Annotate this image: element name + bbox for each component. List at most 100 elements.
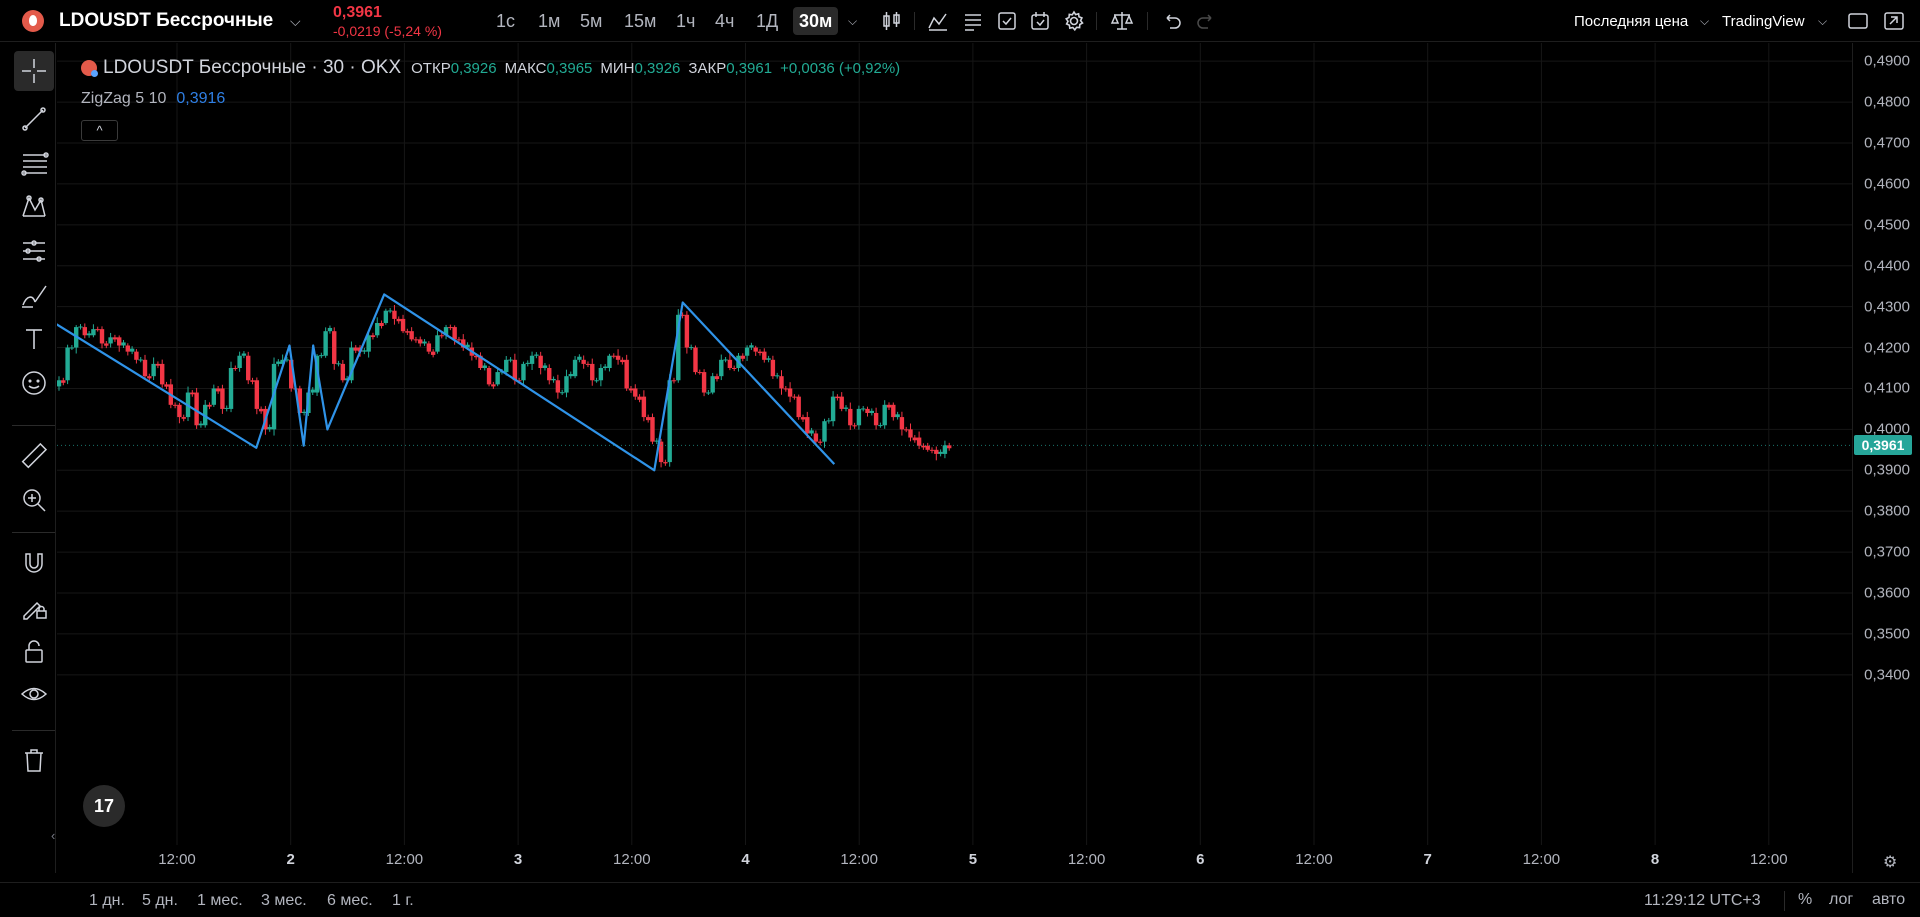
zoom-in-icon[interactable] xyxy=(12,481,56,519)
candle-body xyxy=(856,408,862,426)
candle-body xyxy=(886,404,892,408)
timeframe-4h[interactable]: 4ч xyxy=(709,7,740,35)
undo-icon[interactable] xyxy=(1160,9,1184,33)
candle-body xyxy=(228,368,234,409)
bottom-toolbar: 1 дн. 5 дн. 1 мес. 3 мес. 6 мес. 1 г. 11… xyxy=(0,882,1920,917)
indicator-legend[interactable]: ZigZag 5 10 0,3916 xyxy=(81,90,225,108)
price-tick-label: 0,4700 xyxy=(1864,134,1910,152)
clock[interactable]: 11:29:12 UTC+3 xyxy=(1644,892,1761,910)
ruler-icon[interactable] xyxy=(12,437,56,475)
chevron-left-icon[interactable]: ‹ xyxy=(51,828,55,843)
candle-body xyxy=(147,376,152,379)
chevron-down-icon[interactable]: ⌵ xyxy=(1700,0,1709,42)
candle-body xyxy=(215,388,221,392)
range-3m[interactable]: 3 мес. xyxy=(261,892,307,910)
indicators-icon[interactable] xyxy=(926,9,950,33)
text-icon[interactable] xyxy=(12,320,56,358)
timeframe-15m[interactable]: 15м xyxy=(618,7,662,35)
candles-icon[interactable] xyxy=(880,9,904,33)
gear-icon[interactable] xyxy=(1062,9,1086,33)
candle-body xyxy=(938,451,943,454)
auto-toggle[interactable]: авто xyxy=(1872,891,1905,909)
layout-window-icon[interactable] xyxy=(1846,9,1870,33)
timeframe-5m[interactable]: 5м xyxy=(574,7,608,35)
timeframe-1d[interactable]: 1Д xyxy=(750,7,784,35)
log-toggle[interactable]: лог xyxy=(1829,891,1853,909)
candle-body xyxy=(719,359,724,377)
candle-body xyxy=(534,354,539,356)
timeframe-1h[interactable]: 1ч xyxy=(670,7,701,35)
candle-body xyxy=(628,388,634,391)
symbol-name[interactable]: LDOUSDT Бессрочные xyxy=(59,0,273,42)
redo-icon[interactable] xyxy=(1194,9,1218,33)
pattern-icon[interactable] xyxy=(12,188,56,226)
candle-body xyxy=(904,429,909,431)
trash-icon[interactable] xyxy=(12,741,56,779)
chart-canvas[interactable] xyxy=(57,43,1852,873)
time-tick-label: 7 xyxy=(1423,851,1432,868)
zigzag-line xyxy=(57,293,836,472)
time-tick-label: 3 xyxy=(513,851,523,868)
time-tick-label: 12:00 xyxy=(1522,851,1561,868)
candle-body xyxy=(766,358,771,360)
lock-icon[interactable] xyxy=(12,632,56,670)
price-source-select[interactable]: Последняя цена xyxy=(1574,0,1688,42)
crosshair-icon[interactable] xyxy=(14,51,54,91)
magnet-icon[interactable] xyxy=(12,544,56,582)
candle-body xyxy=(774,375,780,377)
symbol-logo-icon[interactable] xyxy=(22,10,44,32)
brand-menu[interactable]: TradingView xyxy=(1722,0,1805,42)
time-axis[interactable]: 12:00 2 12:00 3 12:00 4 12:00 5 12:00 6 12:00 7 12:0… xyxy=(57,845,1852,873)
top-toolbar: LDOUSDT Бессрочные ⌵ 0,3961 -0,0219 (-5,… xyxy=(0,0,1920,42)
fullscreen-icon[interactable] xyxy=(1882,9,1906,33)
collapse-legend-button[interactable]: ^ xyxy=(81,120,118,141)
candle-body xyxy=(409,331,414,340)
range-5d[interactable]: 5 дн. xyxy=(142,892,178,910)
lock-drawing-icon[interactable] xyxy=(12,588,56,626)
gear-icon[interactable]: ⚙ xyxy=(1883,852,1897,872)
price-axis[interactable]: 0,4900 0,4800 0,4700 0,4600 0,4500 0,4400 0,43… xyxy=(1852,43,1920,873)
candle-body xyxy=(400,318,406,332)
chevron-down-icon[interactable]: ⌵ xyxy=(290,0,301,42)
candle-body xyxy=(839,396,844,409)
candle-body xyxy=(353,347,358,351)
indicator-name[interactable]: ZigZag 5 10 xyxy=(81,90,166,108)
alert-icon[interactable] xyxy=(995,9,1019,33)
candle-body xyxy=(641,396,647,418)
legend-title[interactable]: LDOUSDT Бессрочные · 30 · OKX xyxy=(103,57,401,79)
range-6m[interactable]: 6 мес. xyxy=(327,892,373,910)
candle-body xyxy=(787,388,793,397)
compare-scales-icon[interactable] xyxy=(1110,9,1134,33)
prediction-icon[interactable] xyxy=(12,232,56,270)
candle-body xyxy=(645,417,651,421)
replay-icon[interactable] xyxy=(1028,9,1052,33)
trend-line-icon[interactable] xyxy=(12,100,56,138)
percent-toggle[interactable]: % xyxy=(1798,891,1812,909)
price-tick-label: 0,3400 xyxy=(1864,666,1910,684)
candle-body xyxy=(822,421,827,442)
emoji-icon[interactable] xyxy=(12,364,56,402)
eye-icon[interactable] xyxy=(12,676,56,714)
candle-body xyxy=(572,359,578,377)
timeframe-30m[interactable]: 30м xyxy=(793,7,839,35)
time-tick-label: 12:00 xyxy=(840,851,878,868)
timeframe-1s[interactable]: 1с xyxy=(490,7,521,35)
range-1y[interactable]: 1 г. xyxy=(392,892,414,910)
templates-icon[interactable] xyxy=(961,9,985,33)
candle-body xyxy=(452,327,457,340)
range-1d[interactable]: 1 дн. xyxy=(89,892,125,910)
candle-body xyxy=(916,437,922,446)
price-tick-label: 0,3800 xyxy=(1864,502,1910,520)
timeframe-1m[interactable]: 1м xyxy=(532,7,566,35)
range-1m[interactable]: 1 мес. xyxy=(197,892,243,910)
timeframe-chevron-icon[interactable]: ⌵ xyxy=(848,0,857,42)
last-price: 0,3961 xyxy=(333,4,382,21)
chart-pane[interactable]: LDOUSDT Бессрочные · 30 · OKX ОТКР 0,392… xyxy=(51,43,1852,873)
brush-icon[interactable] xyxy=(12,276,56,314)
chevron-down-icon[interactable]: ⌵ xyxy=(1818,0,1827,42)
candle-body xyxy=(387,310,393,312)
candle-body xyxy=(585,363,591,365)
candle-body xyxy=(826,420,831,422)
fib-retracement-icon[interactable] xyxy=(12,144,56,182)
tradingview-logo[interactable]: 17 xyxy=(83,785,125,827)
